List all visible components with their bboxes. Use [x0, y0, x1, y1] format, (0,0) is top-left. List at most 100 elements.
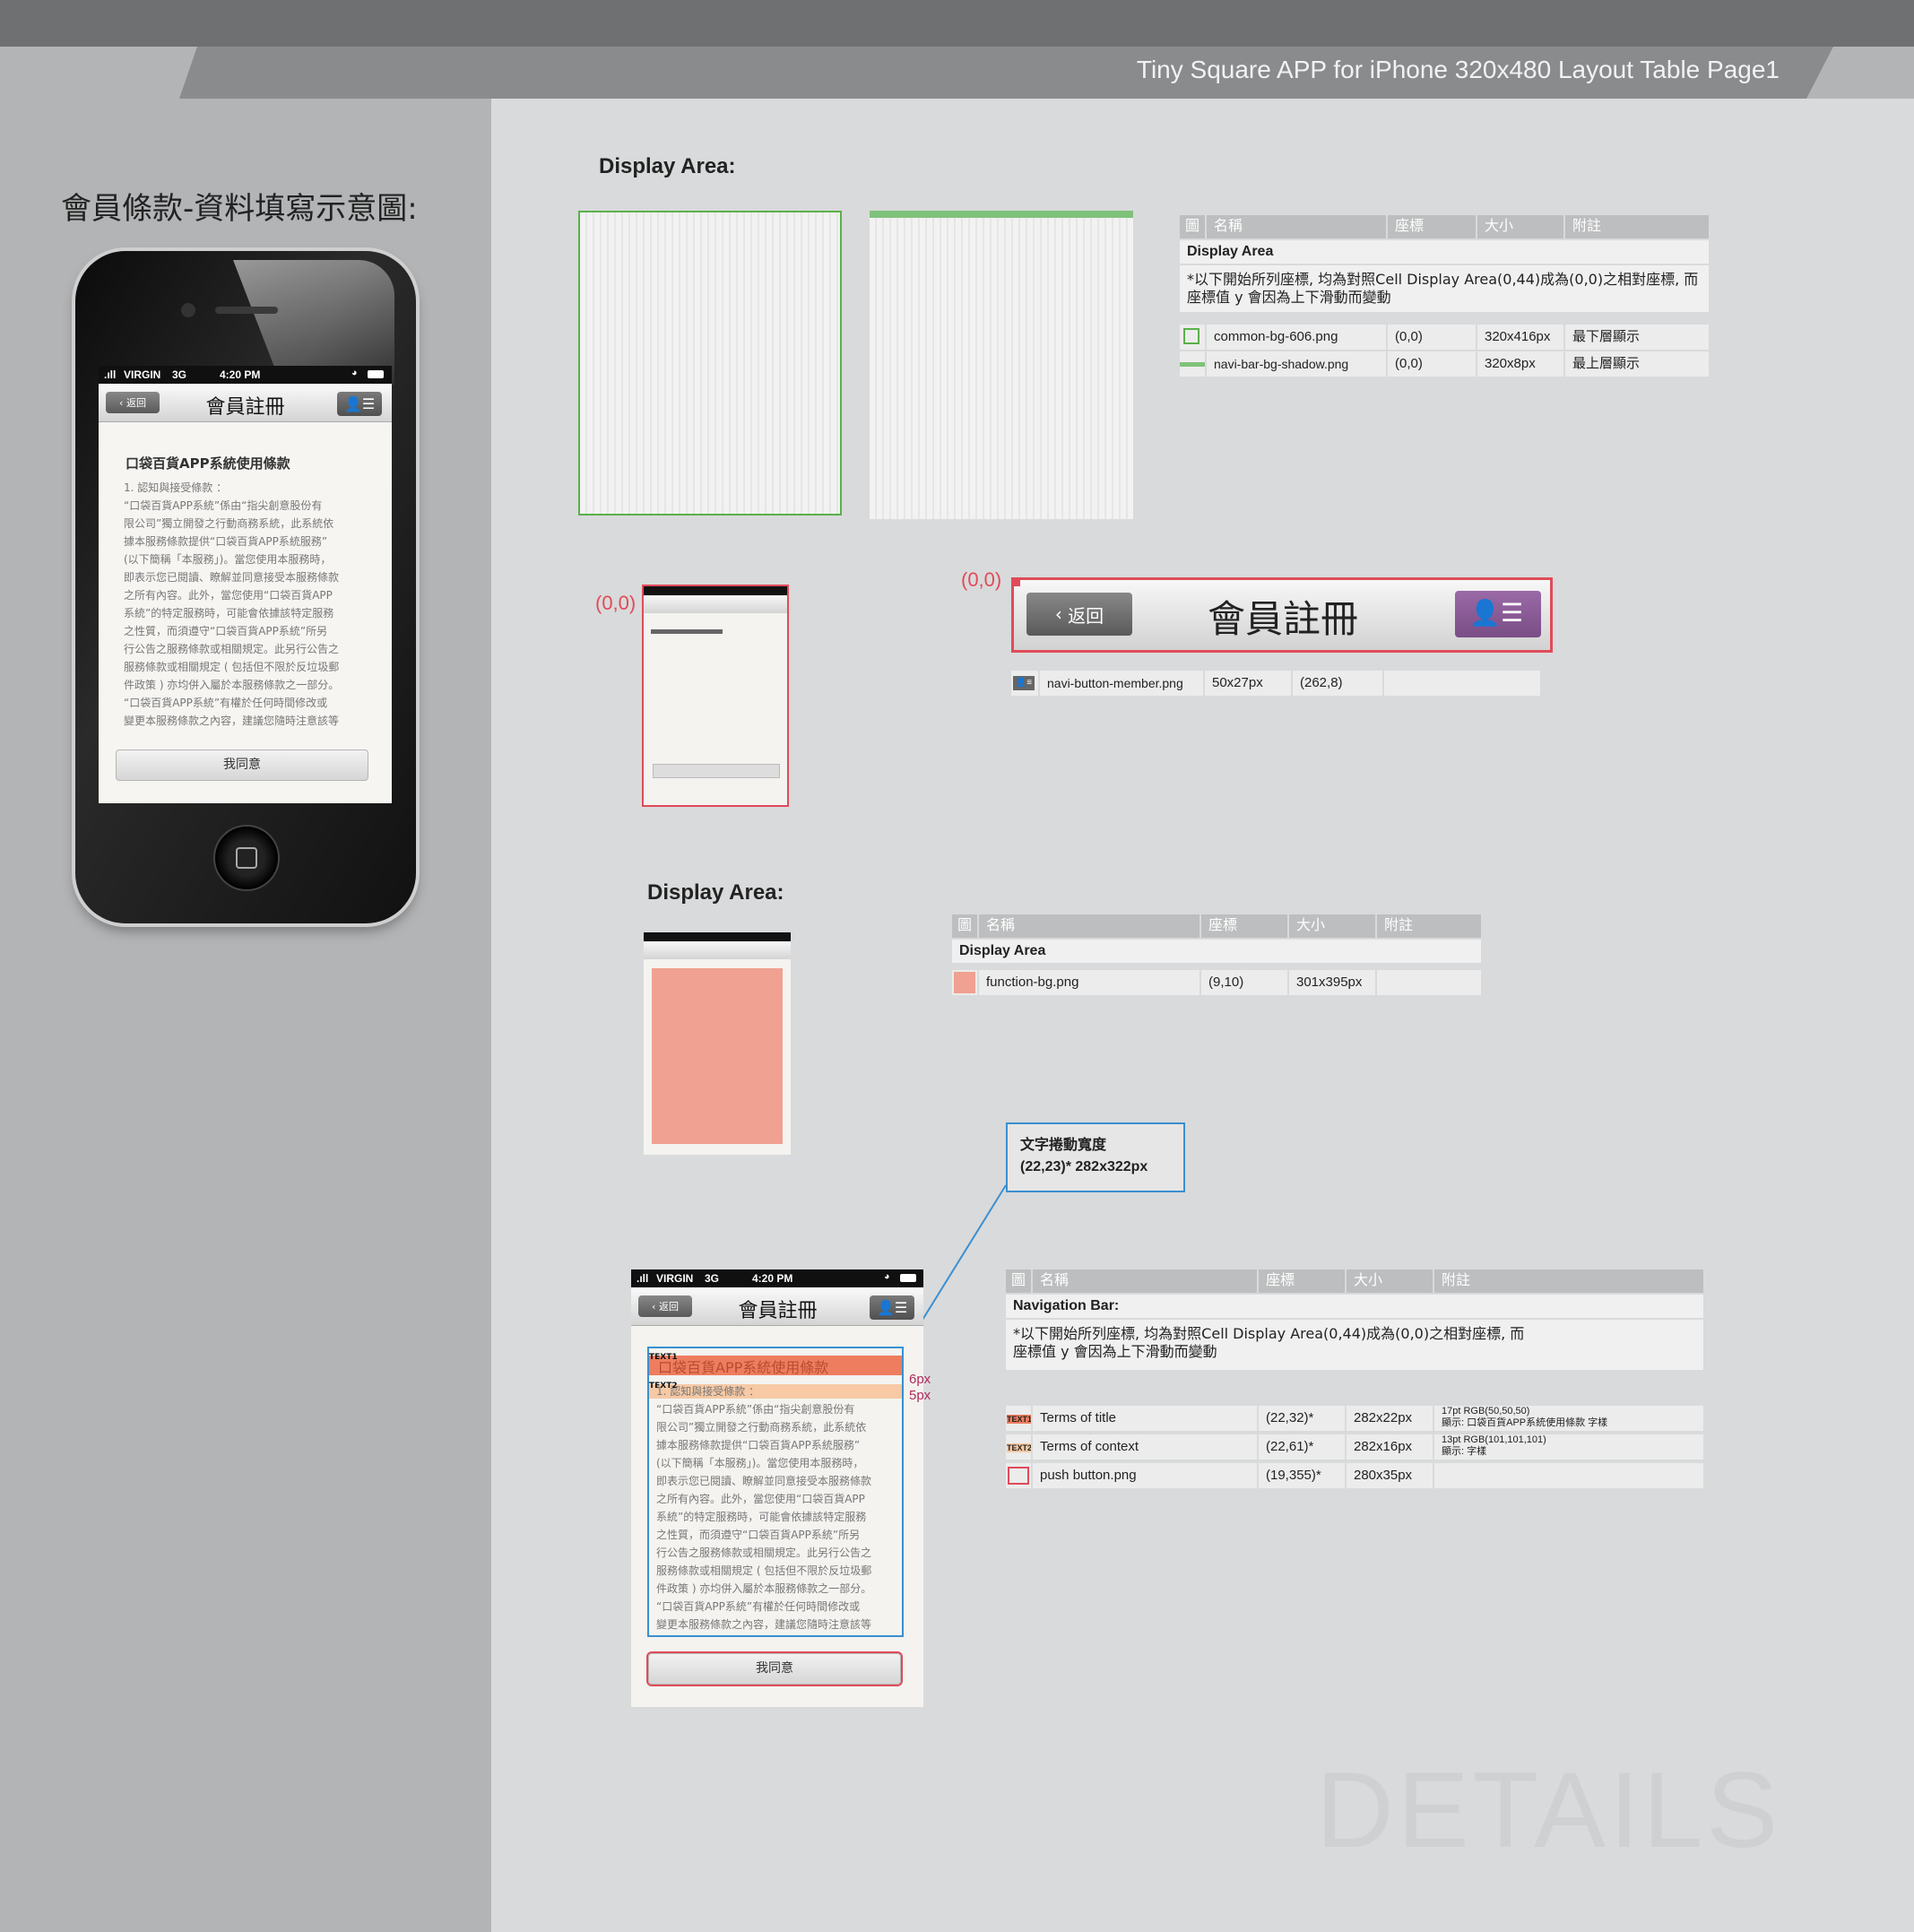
gap1-label: 6px — [909, 1372, 931, 1387]
button-row-icon: 👤≡ — [1011, 671, 1038, 696]
row-size: 301x395px — [1289, 970, 1375, 995]
button-row-remark — [1384, 671, 1540, 696]
clock: 4:20 PM — [220, 368, 261, 381]
terms-text: 1. 認知與接受條款 ： “口袋百貨APP系統”係由“指尖創意股份有 限公司”獨… — [656, 1385, 872, 1631]
col-coord: 座標 — [1388, 215, 1476, 238]
row-coord: (19,355)* — [1259, 1463, 1345, 1488]
row-icon — [1180, 351, 1205, 377]
back-button[interactable]: ‹ 返回 — [106, 392, 160, 413]
button-row-size: 50x27px — [1205, 671, 1291, 696]
nav-bar: ‹ 返回 會員註冊 👤☰ — [99, 384, 392, 422]
row-remark — [1377, 970, 1481, 995]
carrier: VIRGIN — [124, 368, 161, 381]
lock-icon: ◕ — [351, 368, 358, 378]
callout-line2: (22,23)* 282x322px — [1020, 1159, 1148, 1174]
member-icon: 👤☰ — [1469, 598, 1523, 628]
table-band: Display Area — [1180, 240, 1709, 264]
back-button[interactable]: ‹ 返回 — [638, 1295, 692, 1317]
navbar-sample: ‹ 返回 會員註冊 👤☰ — [1011, 577, 1553, 653]
status-bar: .ıll VIRGIN 3G 4:20 PM ◕ — [631, 1269, 923, 1287]
mini-phone-preview — [642, 585, 789, 807]
home-square-icon — [236, 847, 257, 869]
callout-line1: 文字捲動寬度 — [1020, 1138, 1107, 1153]
signal-icon: .ıll — [104, 368, 117, 381]
col-size: 大小 — [1477, 215, 1563, 238]
terms-text: 1. 認知與接受條款 ： “口袋百貨APP系統”係由“指尖創意股份有 限公司”獨… — [124, 481, 340, 727]
row-name: push button.png — [1033, 1463, 1257, 1488]
col-name: 名稱 — [1207, 215, 1386, 238]
row-size: 282x22px — [1347, 1406, 1433, 1431]
col-size: 大小 — [1347, 1269, 1433, 1293]
battery-icon — [900, 1274, 916, 1282]
chevron-left-icon: ‹ — [119, 396, 126, 409]
row-remark: 13pt RGB(101,101,101) 顯示: 字樣 — [1434, 1434, 1703, 1460]
status-bar: .ıll VIRGIN 3G 4:20 PM ◕ — [99, 366, 392, 384]
row-size: 320x8px — [1477, 351, 1563, 377]
col-remark: 附註 — [1434, 1269, 1703, 1293]
signal-icon: .ıll — [637, 1272, 649, 1285]
button-row-coord: (262,8) — [1293, 671, 1382, 696]
row-remark: 17pt RGB(50,50,50) 顯示: 口袋百貨APP系統使用條款 字樣 — [1434, 1406, 1703, 1431]
carrier: VIRGIN — [656, 1272, 694, 1285]
phone-screen: .ıll VIRGIN 3G 4:20 PM ◕ ‹ 返回 會員註冊 👤☰ 口袋… — [99, 366, 392, 803]
navbar-sample-back-button[interactable]: ‹ 返回 — [1026, 593, 1132, 636]
row-icon: TEXT2 — [1006, 1434, 1031, 1460]
speaker-grille — [215, 307, 278, 314]
col-coord: 座標 — [1201, 914, 1287, 938]
section2-heading: Display Area: — [647, 880, 784, 905]
row-name: function-bg.png — [979, 970, 1199, 995]
col-name: 名稱 — [1033, 1269, 1257, 1293]
col-size: 大小 — [1289, 914, 1375, 938]
section1-heading: Display Area: — [599, 154, 736, 178]
row-size: 280x35px — [1347, 1463, 1433, 1488]
left-title: 會員條款-資料填寫示意圖: — [61, 191, 418, 227]
row-coord: (22,32)* — [1259, 1406, 1345, 1431]
agree-button[interactable]: 我同意 — [116, 749, 368, 781]
nav-title: 會員註冊 — [738, 1300, 818, 1322]
button-row-name: navi-button-member.png — [1040, 671, 1203, 696]
table-note: *以下開始所列座標, 均為對照Cell Display Area(0,44)成為… — [1006, 1320, 1703, 1370]
row-icon: TEXT1 — [1006, 1406, 1031, 1431]
terms-title: 口袋百貨APP系統使用條款 — [126, 455, 290, 472]
annotated-phone: .ıll VIRGIN 3G 4:20 PM ◕ ‹ 返回 會員註冊 👤☰ TE… — [631, 1269, 923, 1707]
navbar-sample-member-button[interactable]: 👤☰ — [1455, 591, 1541, 637]
col-icon: 圖 — [952, 914, 977, 938]
nav-bar: ‹ 返回 會員註冊 👤☰ — [631, 1287, 923, 1326]
gap2-label: 5px — [909, 1388, 931, 1403]
lock-icon: ◕ — [884, 1271, 890, 1282]
chevron-left-icon: ‹ — [652, 1300, 659, 1313]
row-icon — [1006, 1463, 1031, 1488]
terms-title: 口袋百貨APP系統使用條款 — [658, 1359, 829, 1376]
mini-phone-function-bg — [644, 932, 791, 1155]
col-remark: 附註 — [1377, 914, 1481, 938]
row-coord: (9,10) — [1201, 970, 1287, 995]
col-icon: 圖 — [1180, 215, 1205, 238]
battery-icon — [368, 370, 384, 378]
table-band: Display Area — [952, 940, 1481, 963]
row-icon — [952, 970, 977, 995]
row-size: 282x16px — [1347, 1434, 1433, 1460]
page-title: Tiny Square APP for iPhone 320x480 Layou… — [1136, 56, 1780, 83]
clock: 4:20 PM — [752, 1272, 793, 1285]
scroll-width-callout: 文字捲動寬度 (22,23)* 282x322px — [1006, 1122, 1185, 1192]
details-watermark: DETAILS — [1316, 1750, 1782, 1870]
navbar-shadow-preview — [870, 211, 1133, 519]
agree-button[interactable]: 我同意 — [648, 1653, 901, 1685]
member-icon: 👤☰ — [344, 395, 376, 412]
row-icon — [1180, 325, 1205, 350]
member-icon: 👤☰ — [877, 1299, 908, 1316]
common-bg-preview — [578, 211, 842, 515]
row-name: Terms of context — [1033, 1434, 1257, 1460]
col-remark: 附註 — [1565, 215, 1709, 238]
nav-title: 會員註冊 — [205, 396, 285, 419]
member-button[interactable]: 👤☰ — [337, 392, 382, 416]
col-name: 名稱 — [979, 914, 1199, 938]
table-band: Navigation Bar: — [1006, 1295, 1703, 1318]
navbar-origin-label: (0,0) — [961, 568, 1002, 591]
member-button[interactable]: 👤☰ — [870, 1295, 914, 1320]
navbar-sample-title: 會員註冊 — [1207, 597, 1358, 641]
table-note: *以下開始所列座標, 均為對照Cell Display Area(0,44)成為… — [1180, 265, 1709, 312]
camera-icon — [181, 303, 195, 317]
gap-annotations: 6px 5px — [909, 1372, 931, 1404]
row-coord: (0,0) — [1388, 351, 1476, 377]
